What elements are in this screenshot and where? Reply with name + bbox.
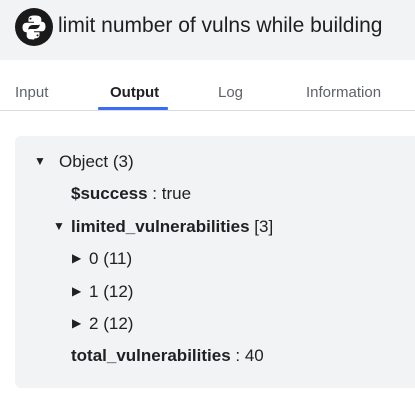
- node-key: limited_vulnerabilities: [71, 217, 250, 236]
- item-count: (12): [103, 314, 134, 333]
- item-count: (11): [103, 249, 133, 268]
- entry-separator: :: [147, 184, 162, 203]
- tree-entry-total-vulnerabilities: total_vulnerabilities : 40: [71, 346, 264, 366]
- tab-information[interactable]: Information: [306, 84, 381, 101]
- output-panel: ▼ Object (3) $success : true ▼ limited_v…: [15, 136, 415, 388]
- item-index: 2: [89, 314, 99, 333]
- entry-key: $success: [71, 184, 148, 203]
- entry-separator: :: [230, 346, 245, 365]
- collapsed-triangle-icon[interactable]: ▶: [72, 251, 81, 265]
- tree-entry-success: $success : true: [71, 184, 191, 204]
- tree-root-label: Object: [59, 152, 109, 171]
- tab-log[interactable]: Log: [218, 84, 243, 101]
- node-count: [3]: [254, 217, 274, 236]
- tree-item-0[interactable]: 0 (11): [89, 249, 132, 269]
- item-index: 0: [89, 249, 99, 268]
- tab-output[interactable]: Output: [110, 84, 159, 101]
- python-icon: [15, 8, 53, 46]
- entry-key: total_vulnerabilities: [71, 346, 231, 365]
- item-index: 1: [89, 282, 99, 301]
- page-title: limit number of vulns while building: [58, 14, 383, 37]
- active-tab-indicator: [98, 107, 168, 110]
- tab-bar: Input Output Log Information: [0, 60, 415, 111]
- entry-value: true: [161, 184, 192, 203]
- item-count: (12): [103, 282, 134, 301]
- expanded-triangle-icon[interactable]: ▼: [53, 219, 65, 233]
- collapsed-triangle-icon[interactable]: ▶: [72, 284, 81, 298]
- tree-node-limited-vulnerabilities[interactable]: limited_vulnerabilities [3]: [71, 217, 273, 237]
- app-header: limit number of vulns while building: [0, 0, 415, 60]
- tree-item-1[interactable]: 1 (12): [89, 282, 133, 302]
- tree-item-2[interactable]: 2 (12): [89, 314, 133, 334]
- tree-root-count: (3): [112, 152, 134, 171]
- tree-root[interactable]: Object (3): [59, 152, 134, 172]
- expanded-triangle-icon[interactable]: ▼: [34, 154, 46, 168]
- entry-value: 40: [244, 346, 264, 365]
- collapsed-triangle-icon[interactable]: ▶: [72, 316, 81, 330]
- tab-input[interactable]: Input: [15, 84, 48, 101]
